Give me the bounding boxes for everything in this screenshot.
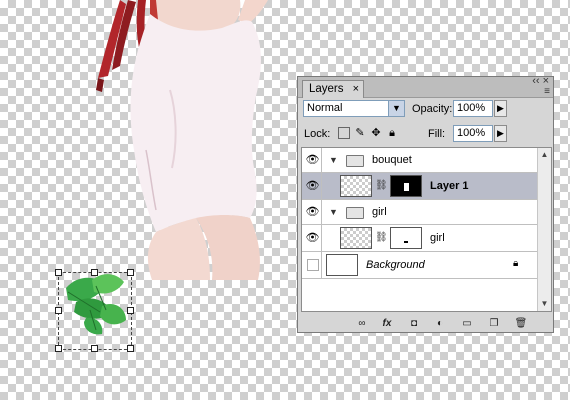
scroll-up-icon[interactable]: ▲: [538, 148, 551, 162]
link-chain-icon[interactable]: ⛓︎: [375, 232, 388, 243]
transform-handle[interactable]: [127, 345, 134, 352]
mask-shape: [404, 183, 409, 191]
tab-layers[interactable]: Layers ×: [302, 80, 364, 98]
chevron-down-icon[interactable]: ▼: [388, 101, 404, 116]
transform-handle[interactable]: [55, 307, 62, 314]
layer-thumbnail: [340, 175, 372, 197]
transform-handle[interactable]: [91, 269, 98, 276]
layers-list: 👁︎ ▼ bouquet 👁︎ ⛓︎ Layer 1 👁︎ ▼ girl 👁︎: [301, 147, 552, 312]
lock-move-icon[interactable]: ✥: [370, 127, 382, 139]
layer-row[interactable]: Background 🔒︎: [302, 252, 538, 279]
adjustment-layer-icon[interactable]: ◐: [432, 316, 448, 332]
panel-bottom-bar: ∞ fx ◘ ◐ ▭ ❐ 🗑︎: [298, 315, 553, 333]
layer-name: girl: [372, 206, 387, 218]
fill-label: Fill:: [428, 128, 446, 140]
fx-icon[interactable]: fx: [379, 316, 395, 332]
scroll-down-icon[interactable]: ▼: [538, 297, 551, 311]
hidden-eye-box: [306, 259, 319, 272]
layer-thumbnail: [326, 254, 358, 276]
layer-row[interactable]: 👁︎ ⛓︎ girl: [302, 225, 538, 252]
blend-row: Normal ▼ Opacity: 100% ▶: [298, 98, 553, 120]
transform-bounding-box[interactable]: [58, 272, 132, 350]
visibility-eye-icon[interactable]: 👁︎: [304, 148, 322, 172]
visibility-eye-icon[interactable]: 👁︎: [304, 225, 322, 251]
fill-input[interactable]: 100%: [453, 125, 493, 142]
lock-brush-icon[interactable]: ✎: [354, 127, 366, 139]
layer-row[interactable]: 👁︎ ▼ girl: [302, 200, 538, 225]
girl-image: [96, 0, 268, 280]
new-layer-icon[interactable]: ❐: [486, 316, 502, 332]
layer-name: Layer 1: [430, 180, 469, 192]
layers-panel: Layers × ‹‹ × ≡ Normal ▼ Opacity: 100% ▶…: [297, 75, 554, 333]
lock-transparency-icon[interactable]: [338, 127, 350, 139]
layer-row[interactable]: 👁︎ ▼ bouquet: [302, 148, 538, 173]
layer-mask-thumbnail[interactable]: [390, 227, 422, 249]
layer-row[interactable]: 👁︎ ⛓︎ Layer 1: [302, 173, 538, 200]
layer-name: Background: [366, 259, 425, 271]
transform-handle[interactable]: [55, 269, 62, 276]
add-mask-icon[interactable]: ◘: [406, 316, 422, 332]
expand-triangle-icon[interactable]: ▼: [329, 207, 338, 217]
layers-scrollbar[interactable]: ▲ ▼: [537, 148, 551, 311]
link-chain-icon[interactable]: ⛓︎: [375, 180, 388, 191]
tab-close-icon[interactable]: ×: [353, 81, 359, 97]
folder-icon: [346, 155, 364, 167]
layer-name: bouquet: [372, 154, 412, 166]
blend-mode-select[interactable]: Normal ▼: [303, 100, 405, 117]
opacity-input[interactable]: 100%: [453, 100, 493, 117]
panel-menu-icon[interactable]: ≡: [544, 86, 550, 97]
trash-icon[interactable]: 🗑︎: [513, 316, 529, 332]
fill-slider-arrow-icon[interactable]: ▶: [494, 125, 507, 142]
visibility-eye-icon[interactable]: 👁︎: [304, 200, 322, 224]
mask-shape: [404, 241, 408, 243]
tab-label: Layers: [309, 83, 344, 95]
expand-triangle-icon[interactable]: ▼: [329, 155, 338, 165]
lock-all-icon[interactable]: 🔒︎: [386, 127, 398, 139]
lock-icon: 🔒︎: [513, 258, 519, 269]
panel-titlebar[interactable]: Layers × ‹‹ ×: [298, 75, 553, 98]
new-group-icon[interactable]: ▭: [459, 316, 475, 332]
lock-label: Lock:: [304, 128, 331, 140]
layer-thumbnail: [340, 227, 372, 249]
opacity-slider-arrow-icon[interactable]: ▶: [494, 100, 507, 117]
layer-name: girl: [430, 232, 445, 244]
transform-handle[interactable]: [91, 345, 98, 352]
opacity-label: Opacity:: [412, 103, 453, 115]
visibility-eye-icon[interactable]: 👁︎: [304, 173, 322, 199]
link-layers-icon[interactable]: ∞: [354, 316, 370, 332]
lock-row: Lock: ✎ ✥ 🔒︎ Fill: 100% ▶: [298, 123, 553, 145]
visibility-toggle[interactable]: [304, 252, 322, 278]
blend-mode-value: Normal: [307, 102, 343, 114]
transform-handle[interactable]: [127, 269, 134, 276]
folder-icon: [346, 207, 364, 219]
transform-handle[interactable]: [127, 307, 134, 314]
layer-mask-thumbnail[interactable]: [390, 175, 422, 197]
transform-handle[interactable]: [55, 345, 62, 352]
